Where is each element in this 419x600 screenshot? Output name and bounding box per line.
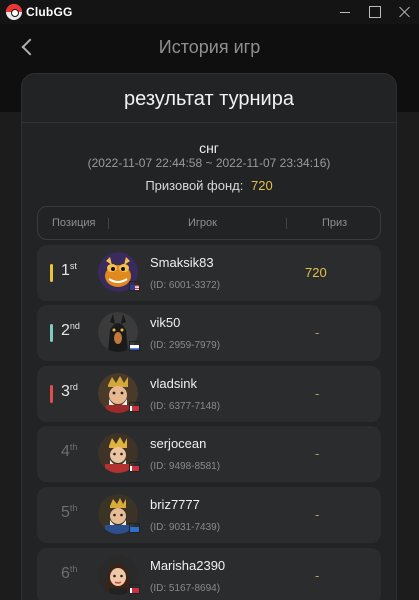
- rank-label: 1st: [61, 260, 77, 279]
- prize-pool-amount: 720: [250, 178, 273, 193]
- us-flag-icon: [129, 280, 140, 291]
- result-row[interactable]: 5th briz7777 (ID: 9031-7439) -: [37, 486, 381, 543]
- window-titlebar: ClubGG: [0, 0, 419, 24]
- results-list: 1st Smaksik83 (ID: 6001-3372) 720 2nd vi…: [37, 240, 381, 600]
- result-row[interactable]: 3rd vladsink (ID: 6377-7148) -: [37, 365, 381, 422]
- close-icon[interactable]: [399, 6, 411, 18]
- prize-amount: -: [315, 567, 320, 583]
- player-name: vladsink: [150, 375, 197, 391]
- prize-amount: -: [315, 325, 320, 341]
- prize-amount: -: [315, 446, 320, 462]
- player-name: Marisha2390: [150, 557, 226, 573]
- column-divider: [286, 218, 287, 229]
- column-divider: [108, 218, 109, 229]
- page-header: История игр: [0, 24, 419, 72]
- rank-label: 4th: [61, 442, 78, 461]
- rank-label: 2nd: [61, 321, 80, 340]
- result-row[interactable]: 1st Smaksik83 (ID: 6001-3372) 720: [37, 244, 381, 301]
- prize-pool: Призовой фонд: 720: [22, 178, 396, 193]
- window-controls: [339, 0, 411, 24]
- player-id: (ID: 6001-3372): [150, 279, 221, 291]
- rank-indicator-silver: [50, 324, 53, 343]
- ru-flag-icon: [129, 341, 140, 352]
- player-name: vik50: [150, 315, 181, 331]
- rank-label: 3rd: [61, 381, 78, 400]
- rank-label: 6th: [61, 563, 78, 582]
- result-row[interactable]: 2nd vik50 (ID: 2959-7979) -: [37, 305, 381, 362]
- by-flag-icon: [129, 583, 140, 594]
- player-name: briz7777: [150, 496, 200, 512]
- player-name: Smaksik83: [150, 254, 214, 270]
- tournament-result-dialog: результат турнира снг (2022-11-07 22:44:…: [21, 73, 397, 600]
- column-header-position: Позиция: [52, 217, 96, 229]
- player-id: (ID: 2959-7979): [150, 340, 221, 352]
- rank-label: 5th: [61, 502, 78, 521]
- dialog-divider: [22, 122, 396, 123]
- by-flag-icon: [129, 462, 140, 473]
- prize-amount: 720: [305, 264, 327, 280]
- result-row[interactable]: 4th serjocean (ID: 9498-8581) -: [37, 426, 381, 483]
- results-table-header: Позиция Игрок Приз: [37, 206, 381, 240]
- minimize-icon[interactable]: [339, 6, 351, 18]
- tournament-date-range: (2022-11-07 22:44:58 ~ 2022-11-07 23:34:…: [87, 156, 331, 170]
- prize-amount: -: [315, 385, 320, 401]
- player-name: serjocean: [150, 436, 207, 452]
- column-header-player: Игрок: [188, 217, 217, 229]
- maximize-icon[interactable]: [369, 6, 381, 18]
- ua-flag-icon: [129, 522, 140, 533]
- app-brand: ClubGG: [6, 4, 73, 20]
- player-id: (ID: 9031-7439): [150, 521, 221, 533]
- page-title: История игр: [158, 37, 261, 57]
- prize-amount: -: [315, 506, 320, 522]
- player-id: (ID: 6377-7148): [150, 400, 221, 412]
- dialog-title: результат турнира: [124, 88, 294, 110]
- clubgg-logo-icon: [6, 4, 22, 20]
- player-id: (ID: 5167-8694): [150, 582, 221, 594]
- by-flag-icon: [129, 401, 140, 412]
- result-row[interactable]: 6th Marisha2390 (ID: 5167-8694) -: [37, 547, 381, 600]
- app-brand-name: ClubGG: [26, 5, 73, 19]
- rank-indicator-gold: [50, 263, 53, 282]
- player-id: (ID: 9498-8581): [150, 461, 221, 473]
- column-header-prize: Приз: [322, 217, 348, 229]
- prize-pool-label: Призовой фонд:: [145, 178, 244, 193]
- rank-indicator-bronze: [50, 384, 53, 403]
- tournament-name: снг: [199, 140, 219, 156]
